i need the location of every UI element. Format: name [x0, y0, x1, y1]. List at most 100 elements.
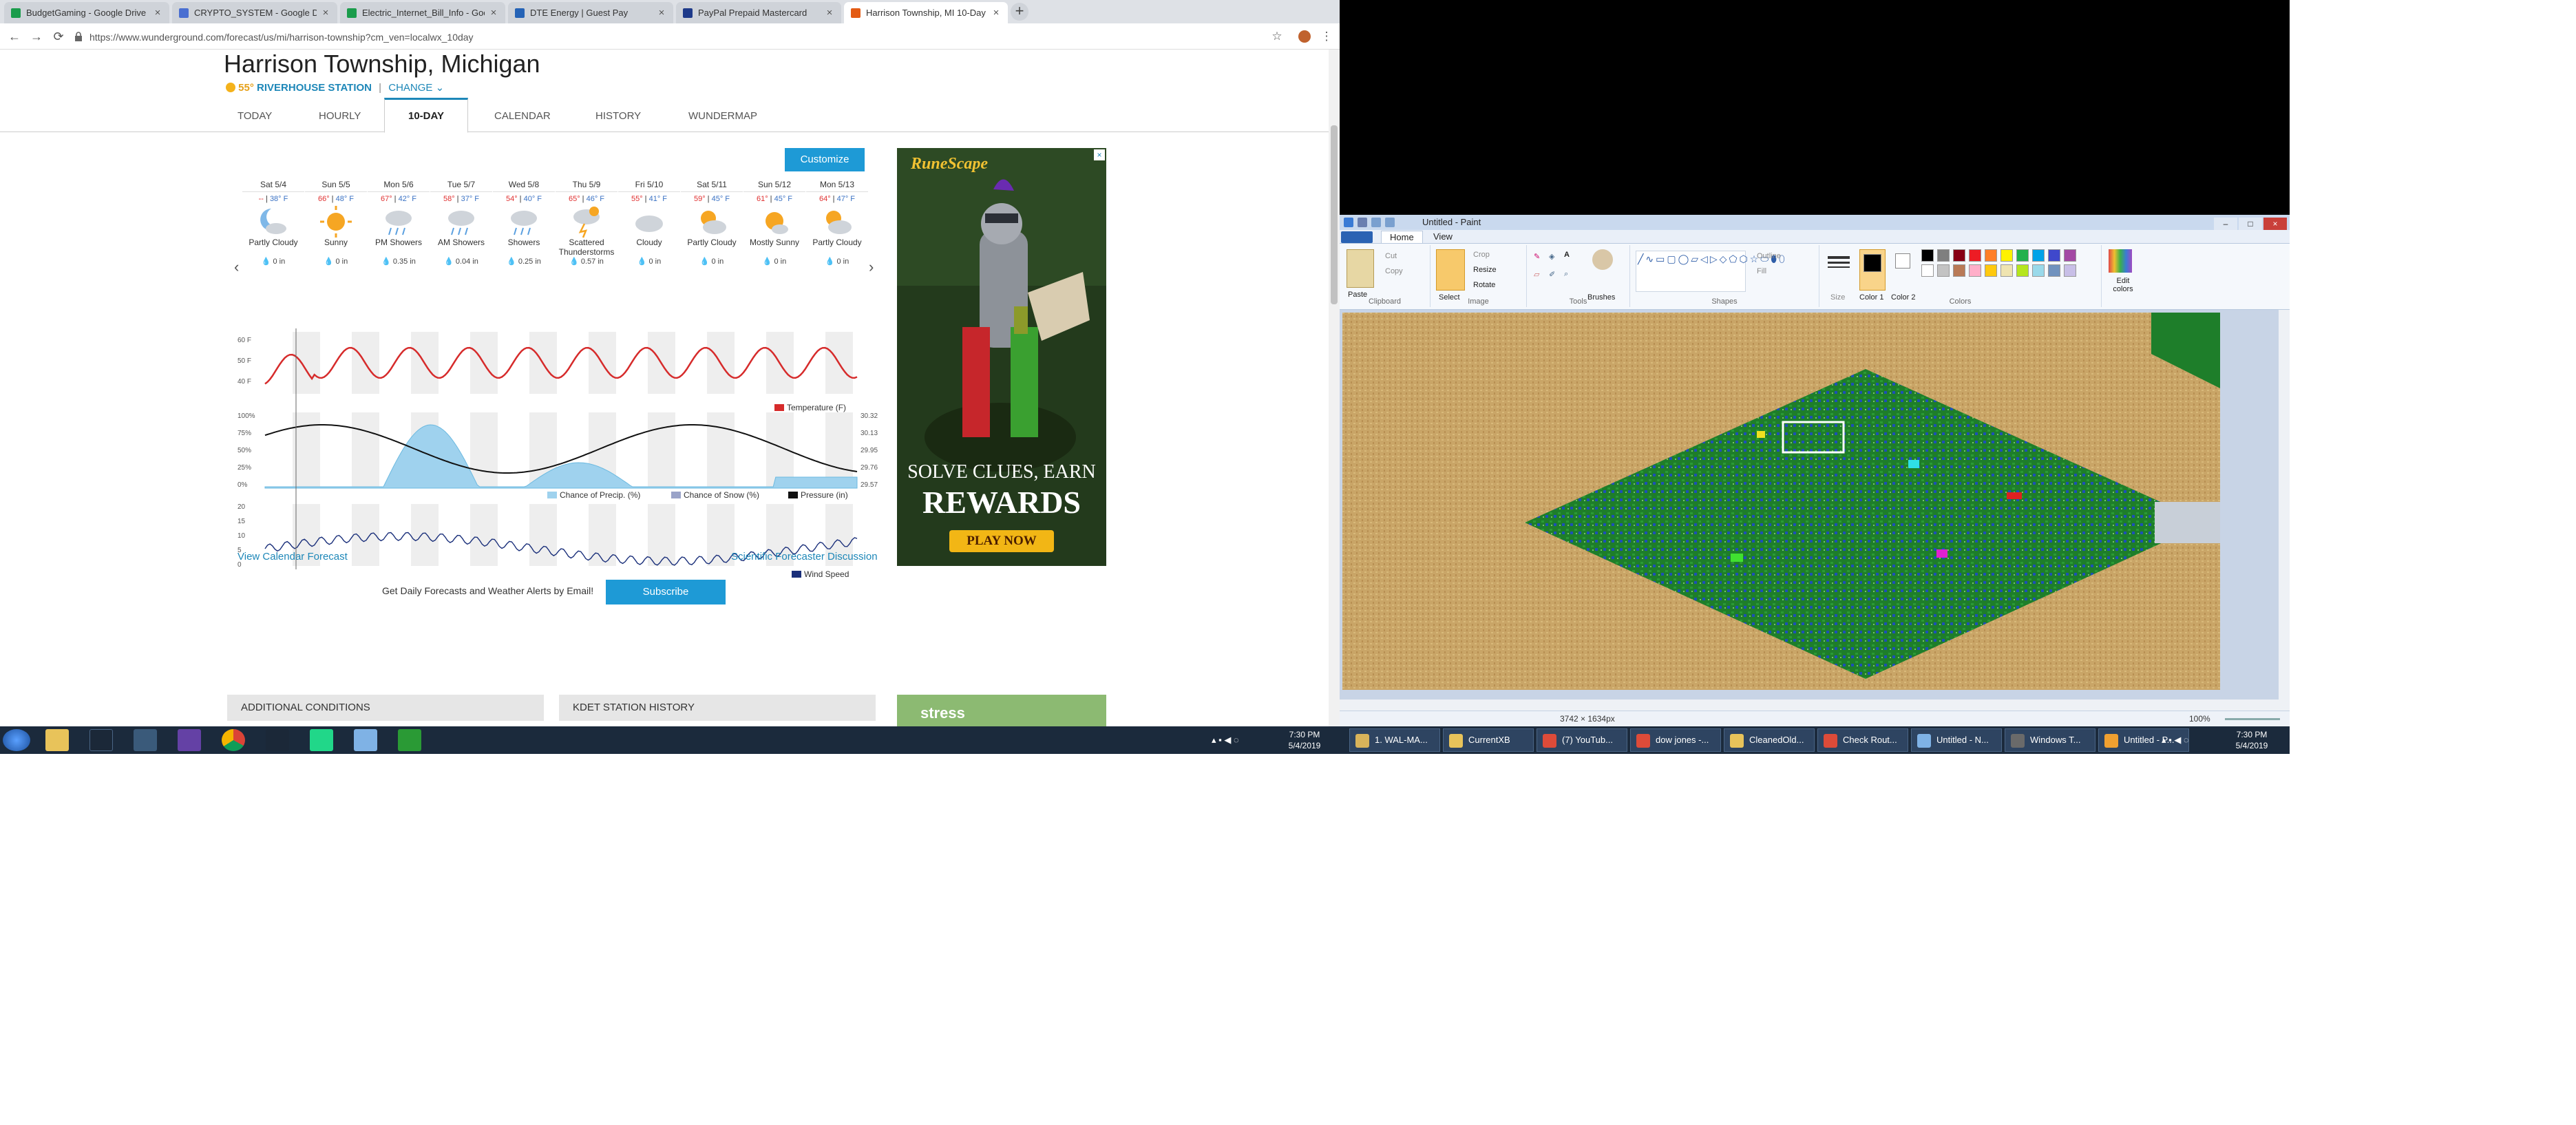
forecast-day[interactable]: Sun 5/5 66° | 48° F Sunny 💧 0 in: [305, 177, 367, 273]
page-scrollbar[interactable]: [1329, 50, 1340, 726]
tab-history[interactable]: HISTORY: [595, 110, 641, 122]
close-tab-icon[interactable]: ×: [489, 7, 498, 19]
forecast-day[interactable]: Sat 5/11 59° | 45° F Partly Cloudy 💧 0 in: [681, 177, 743, 273]
close-tab-icon[interactable]: ×: [321, 7, 330, 19]
scientific-forecaster-discussion-link[interactable]: Scientific Forecaster Discussion: [731, 551, 878, 562]
eraser-icon[interactable]: ▱: [1534, 270, 1539, 279]
steam-app-icon[interactable]: [266, 729, 289, 751]
crop-button[interactable]: Crop: [1473, 251, 1490, 259]
palette-color-swatch[interactable]: [2032, 249, 2045, 262]
brushes-button[interactable]: [1587, 249, 1618, 291]
palette-color-swatch[interactable]: [2048, 249, 2060, 262]
forecast-day[interactable]: Thu 5/9 65° | 46° F Scattered Thunderstorm…: [556, 177, 617, 273]
tab-budgetgaming[interactable]: BudgetGaming - Google Drive ×: [4, 2, 169, 23]
pycharm-icon[interactable]: [310, 729, 333, 751]
canvas-vertical-scrollbar[interactable]: [2279, 310, 2290, 711]
color1-selector[interactable]: [1859, 249, 1886, 291]
palette-color-swatch[interactable]: [1937, 264, 1950, 277]
taskbar-window-button[interactable]: Windows T...: [2005, 728, 2095, 752]
address-bar[interactable]: https://www.wunderground.com/forecast/us…: [69, 28, 1287, 47]
palette-color-swatch[interactable]: [2000, 264, 2013, 277]
palette-color-swatch[interactable]: [2032, 264, 2045, 277]
copy-button[interactable]: Copy: [1385, 267, 1403, 275]
fill-bucket-icon[interactable]: ◈: [1549, 252, 1554, 261]
shapes-gallery[interactable]: ╱∿▭▢◯▱◁▷◇⬠⬡☆⬭⬮⬯: [1636, 251, 1785, 292]
subscribe-button[interactable]: Subscribe: [606, 580, 726, 604]
tab-dte-energy[interactable]: DTE Energy | Guest Pay ×: [508, 2, 673, 23]
paste-button[interactable]: [1347, 249, 1374, 288]
palette-color-swatch[interactable]: [1937, 249, 1950, 262]
palette-color-swatch[interactable]: [1953, 249, 1965, 262]
maximize-button[interactable]: □: [2239, 218, 2262, 230]
taskbar-window-button[interactable]: (7) YouTub...: [1537, 728, 1627, 752]
taskbar-window-button[interactable]: Untitled - N...: [1911, 728, 2002, 752]
close-tab-icon[interactable]: ×: [153, 7, 162, 19]
close-tab-icon[interactable]: ×: [825, 7, 834, 19]
start-button[interactable]: [3, 729, 30, 751]
tab-wunderground[interactable]: Harrison Township, MI 10-Day W ×: [844, 2, 1008, 23]
advertisement-stress[interactable]: stress: [897, 695, 1106, 726]
palette-color-swatch[interactable]: [1921, 264, 1934, 277]
new-tab-button[interactable]: +: [1011, 3, 1028, 21]
canvas-horizontal-scrollbar[interactable]: [1340, 700, 2279, 711]
paint-canvas[interactable]: [1342, 313, 2220, 690]
prev-days-arrow-icon[interactable]: ‹: [234, 258, 239, 276]
fill-dropdown[interactable]: Fill: [1757, 267, 1766, 275]
chevron-down-icon[interactable]: ⌄: [436, 82, 445, 94]
tab-calendar[interactable]: CALENDAR: [494, 110, 551, 122]
right-clock[interactable]: 7:30 PM 5/4/2019: [2221, 729, 2283, 751]
additional-conditions-panel[interactable]: ADDITIONAL CONDITIONS: [227, 695, 544, 721]
color2-selector[interactable]: [1891, 249, 1914, 291]
palette-color-swatch[interactable]: [2048, 264, 2060, 277]
tab-crypto-system[interactable]: CRYPTO_SYSTEM - Google Docs×: [172, 2, 337, 23]
twitch-icon[interactable]: [178, 729, 201, 751]
kdet-station-history-panel[interactable]: KDET STATION HISTORY: [559, 695, 876, 721]
forecast-day[interactable]: Wed 5/8 54° | 40° F Showers 💧 0.25 in: [493, 177, 555, 273]
palette-color-swatch[interactable]: [2000, 249, 2013, 262]
change-station-link[interactable]: CHANGE: [388, 82, 432, 94]
spreadsheet-icon[interactable]: [398, 729, 421, 751]
taskbar-window-button[interactable]: CurrentXB: [1443, 728, 1534, 752]
back-arrow-icon[interactable]: ←: [7, 29, 22, 44]
palette-color-swatch[interactable]: [1969, 264, 1981, 277]
palette-color-swatch[interactable]: [2064, 249, 2076, 262]
taskbar-window-button[interactable]: 1. WAL-MA...: [1349, 728, 1440, 752]
zoom-slider[interactable]: [2225, 718, 2280, 720]
advertisement-runescape[interactable]: × RuneScape SOLVE CLUES, EARN REWARDS PL…: [897, 148, 1106, 566]
rotate-button[interactable]: Rotate: [1473, 281, 1495, 289]
bookmark-star-icon[interactable]: ☆: [1269, 29, 1285, 44]
undo-icon[interactable]: [1371, 218, 1381, 227]
customize-button[interactable]: Customize: [785, 148, 865, 171]
tab-electric-bill[interactable]: Electric_Internet_Bill_Info - Google She…: [340, 2, 505, 23]
palette-color-swatch[interactable]: [1969, 249, 1981, 262]
forecast-day[interactable]: Mon 5/13 64° | 47° F Partly Cloudy 💧 0 in: [806, 177, 868, 273]
view-calendar-forecast-link[interactable]: View Calendar Forecast: [237, 551, 348, 562]
text-tool-icon[interactable]: A: [1564, 251, 1570, 259]
redo-icon[interactable]: [1385, 218, 1395, 227]
chrome-icon[interactable]: [222, 729, 245, 751]
palette-color-swatch[interactable]: [1985, 249, 1997, 262]
taskbar-window-button[interactable]: dow jones -...: [1630, 728, 1721, 752]
steam-icon[interactable]: [89, 729, 113, 751]
tab-wundermap[interactable]: WUNDERMAP: [688, 110, 757, 122]
file-explorer-icon[interactable]: [45, 729, 69, 751]
size-button[interactable]: [1825, 251, 1852, 292]
palette-color-swatch[interactable]: [2016, 264, 2029, 277]
tab-hourly[interactable]: HOURLY: [319, 110, 361, 122]
scrollbar-thumb[interactable]: [1331, 125, 1338, 304]
media-player-icon[interactable]: [134, 729, 157, 751]
tray-icons[interactable]: ▴ ▪ ◀ ◌: [1212, 735, 1239, 746]
close-button[interactable]: ×: [2263, 218, 2287, 230]
palette-color-swatch[interactable]: [1921, 249, 1934, 262]
minimize-button[interactable]: –: [2214, 218, 2237, 230]
tab-home[interactable]: Home: [1381, 231, 1423, 243]
tab-10-day[interactable]: 10-DAY: [384, 98, 468, 133]
forecast-day[interactable]: Fri 5/10 55° | 41° F Cloudy 💧 0 in: [618, 177, 680, 273]
magnifier-icon[interactable]: ⌕: [1564, 270, 1568, 279]
color-picker-icon[interactable]: ✐: [1549, 270, 1555, 279]
reload-icon[interactable]: ⟳: [51, 29, 66, 44]
ad-close-icon[interactable]: ×: [1094, 149, 1105, 160]
edit-colors-button[interactable]: [2109, 249, 2132, 273]
cut-button[interactable]: Cut: [1385, 252, 1397, 260]
forecast-day[interactable]: Mon 5/6 67° | 42° F PM Showers 💧 0.35 in: [368, 177, 430, 273]
